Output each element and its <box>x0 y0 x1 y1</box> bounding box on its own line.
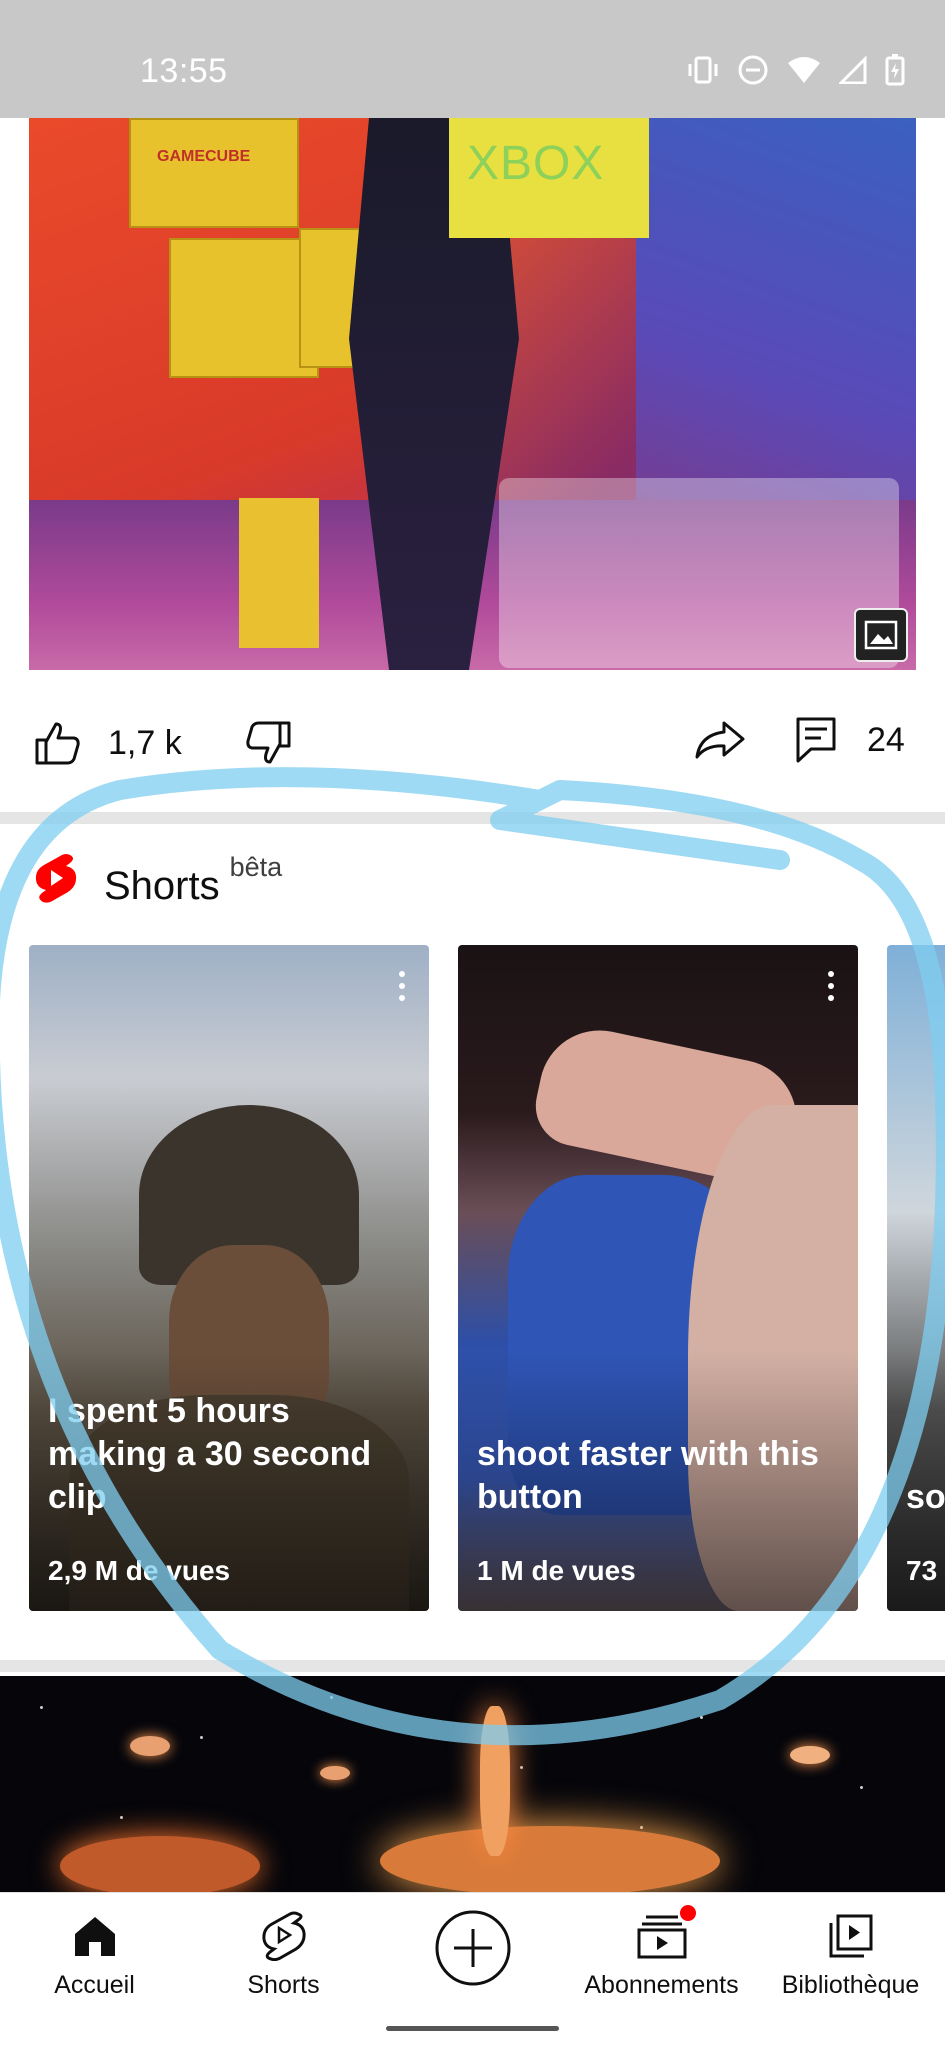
share-button[interactable] <box>694 720 746 760</box>
short-views: 73 <box>906 1555 938 1586</box>
image-galaxy <box>60 1836 260 1892</box>
like-count: 1,7 k <box>108 723 182 762</box>
home-indicator <box>386 2026 559 2031</box>
short-card[interactable]: so do 73 <box>887 945 945 1611</box>
section-divider <box>0 1660 945 1672</box>
image-galaxy <box>130 1736 170 1756</box>
comment-count: 24 <box>867 720 905 759</box>
image-star <box>120 1816 123 1819</box>
short-card[interactable]: I spent 5 hours making a 30 second clip … <box>29 945 429 1611</box>
image-star <box>640 1826 643 1829</box>
nav-shorts-label: Shorts <box>247 1971 320 1999</box>
post-image[interactable]: GAMECUBE XBOX <box>29 118 916 670</box>
image-star <box>860 1786 863 1789</box>
nav-home[interactable]: Accueil <box>0 1893 189 2011</box>
bottom-navigation: Accueil Shorts Abonnements Bibliothèque <box>0 1892 945 2010</box>
more-options-icon[interactable] <box>399 971 407 1001</box>
image-console-box <box>129 118 299 228</box>
short-views: 1 M de vues <box>477 1555 636 1586</box>
short-title: shoot faster with this button <box>477 1435 819 1516</box>
nav-library-label: Bibliothèque <box>781 1971 920 1999</box>
like-button[interactable]: 1,7 k <box>34 720 182 766</box>
thumb-up-icon <box>35 722 80 765</box>
post-image[interactable] <box>0 1676 945 1892</box>
nav-subscriptions[interactable]: Abonnements <box>567 1893 756 2011</box>
image-black-hole <box>380 1826 720 1892</box>
image-speaker <box>239 498 319 648</box>
thumb-down-icon <box>246 721 291 764</box>
library-icon <box>828 1911 874 1961</box>
image-text-xbox: XBOX <box>467 137 605 190</box>
image-star <box>700 1716 703 1719</box>
dislike-button[interactable] <box>244 720 292 766</box>
signal-icon <box>839 56 867 84</box>
image-star <box>40 1706 43 1709</box>
notification-dot <box>679 1905 696 1921</box>
vibrate-icon <box>688 56 718 84</box>
post-actions: 1,7 k 24 <box>0 700 945 800</box>
wifi-icon <box>788 57 820 83</box>
section-divider <box>0 812 945 824</box>
nav-library[interactable]: Bibliothèque <box>756 1893 945 2011</box>
image-star <box>330 1696 333 1699</box>
dnd-icon <box>738 55 768 85</box>
status-time: 13:55 <box>140 52 228 90</box>
status-icons <box>687 54 905 86</box>
short-title: so do <box>906 1478 945 1516</box>
more-options-icon[interactable] <box>828 971 836 1001</box>
image-table <box>499 478 899 668</box>
image-console-box <box>169 238 319 378</box>
image-star <box>200 1736 203 1739</box>
image-gallery-icon[interactable] <box>854 608 908 662</box>
comment-icon <box>796 717 836 763</box>
image-text-gamecube: GAMECUBE <box>157 148 251 165</box>
create-plus-icon <box>435 1910 511 1986</box>
subscriptions-icon <box>636 1905 696 1961</box>
short-title: I spent 5 hours making a 30 second clip <box>48 1392 372 1516</box>
image-galaxy <box>320 1766 350 1780</box>
shorts-beta-badge: bêta <box>229 852 283 882</box>
short-card[interactable]: shoot faster with this button 1 M de vue… <box>458 945 858 1611</box>
nav-home-label: Accueil <box>54 1971 135 1999</box>
image-wall-posters <box>636 118 916 538</box>
share-icon <box>695 721 745 759</box>
comments-button[interactable]: 24 <box>795 716 905 764</box>
shorts-shelf-header: Shorts bêta <box>34 852 282 909</box>
short-views: 2,9 M de vues <box>48 1555 231 1586</box>
nav-shorts[interactable]: Shorts <box>189 1893 378 2011</box>
home-icon <box>73 1911 117 1961</box>
image-galaxy <box>790 1746 830 1764</box>
battery-icon <box>885 54 905 86</box>
image-jet <box>480 1706 510 1856</box>
image-star <box>520 1766 523 1769</box>
create-button[interactable] <box>434 1909 512 1987</box>
shorts-logo-icon <box>35 854 77 903</box>
status-bar: 13:55 <box>0 0 945 118</box>
nav-subscriptions-label: Abonnements <box>584 1971 739 1999</box>
shorts-icon <box>261 1911 306 1961</box>
shorts-title: Shorts <box>104 864 220 908</box>
